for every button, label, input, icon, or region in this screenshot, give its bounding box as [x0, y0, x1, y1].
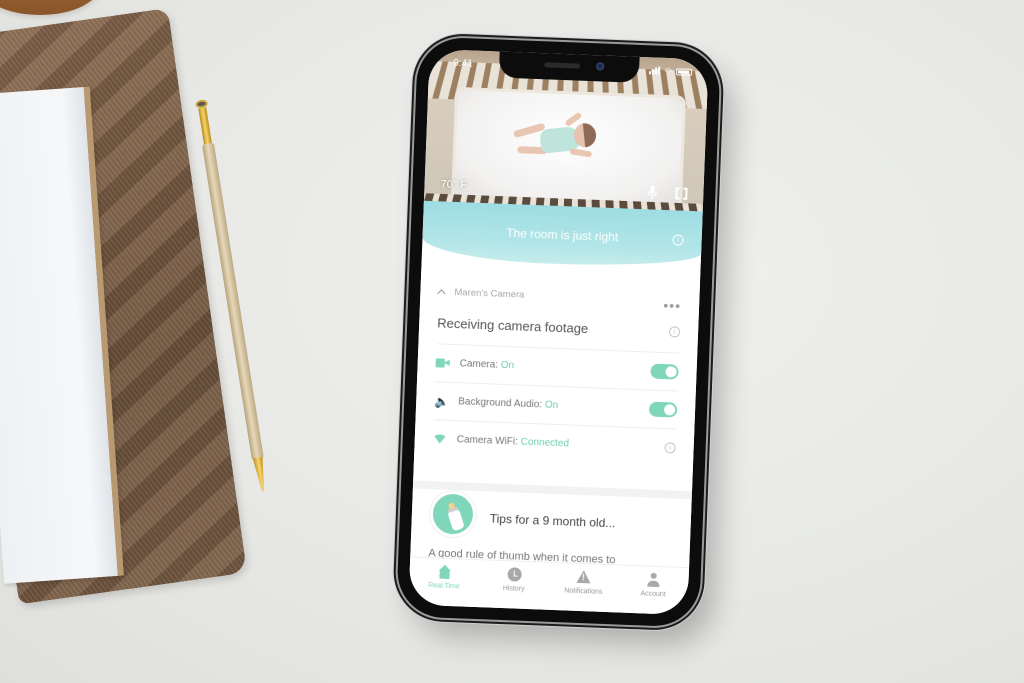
signal-icon: [649, 66, 661, 75]
setting-value: On: [500, 359, 515, 372]
tab-label: History: [502, 585, 525, 593]
info-icon[interactable]: i: [668, 325, 681, 338]
status-time: 9:41: [453, 57, 473, 70]
background-audio-toggle[interactable]: [648, 401, 678, 418]
home-icon: [437, 565, 452, 580]
baby-bottle-icon: [429, 490, 477, 538]
clock-icon: [507, 567, 522, 582]
phone-screen: 9:41 ◠ 70° F The room is just right i Ma…: [408, 48, 709, 616]
setting-label: Camera WiFi:: [456, 434, 519, 448]
tab-label: Notifications: [564, 587, 603, 596]
camera-status-title: Receiving camera footage: [436, 314, 589, 336]
more-dots-icon[interactable]: •••: [663, 297, 681, 314]
wifi-icon: ◠: [664, 65, 673, 76]
speaker-icon: 🔈: [433, 393, 450, 409]
wooden-plate: [0, 0, 100, 15]
chevron-up-icon[interactable]: [437, 288, 446, 298]
tab-label: Real Time: [428, 582, 460, 591]
battery-icon: [675, 67, 693, 76]
status-icons: ◠: [649, 65, 693, 78]
camera-name: Maren's Camera: [454, 286, 525, 301]
warning-icon: [577, 570, 592, 585]
tab-history[interactable]: History: [484, 566, 545, 593]
fullscreen-icon[interactable]: [675, 187, 687, 199]
camera-toggle[interactable]: [650, 363, 679, 380]
info-icon[interactable]: i: [664, 442, 676, 454]
sleeping-baby: [512, 111, 606, 166]
tips-title: Tips for a 9 month old...: [489, 511, 616, 531]
tab-notifications[interactable]: Notifications: [553, 569, 614, 596]
video-camera-icon: [436, 358, 450, 368]
camera-card: Maren's Camera ••• Receiving camera foot…: [413, 270, 701, 492]
temperature-readout: 70° F: [440, 178, 468, 192]
user-icon: [646, 573, 661, 588]
wifi-icon: [433, 434, 447, 445]
room-status-banner: The room is just right i: [421, 200, 703, 270]
setting-label: Background Audio:: [458, 396, 543, 411]
info-icon[interactable]: i: [672, 234, 684, 246]
front-camera: [595, 62, 604, 71]
phone-notch: [498, 51, 640, 83]
setting-value: On: [544, 399, 559, 412]
setting-value: Connected: [520, 436, 570, 450]
tab-bar: Real Time History Notifications Account: [408, 556, 690, 616]
tab-label: Account: [640, 590, 666, 599]
setting-label: Camera:: [459, 358, 499, 371]
smartphone: 9:41 ◠ 70° F The room is just right i Ma…: [395, 36, 722, 628]
earpiece: [543, 62, 580, 69]
room-status-message: The room is just right: [505, 225, 619, 245]
tab-account[interactable]: Account: [623, 572, 684, 599]
tab-real-time[interactable]: Real Time: [414, 564, 475, 591]
setting-row-camera-wifi: Camera WiFi: Connected i: [432, 419, 677, 467]
microphone-icon[interactable]: [647, 185, 658, 200]
